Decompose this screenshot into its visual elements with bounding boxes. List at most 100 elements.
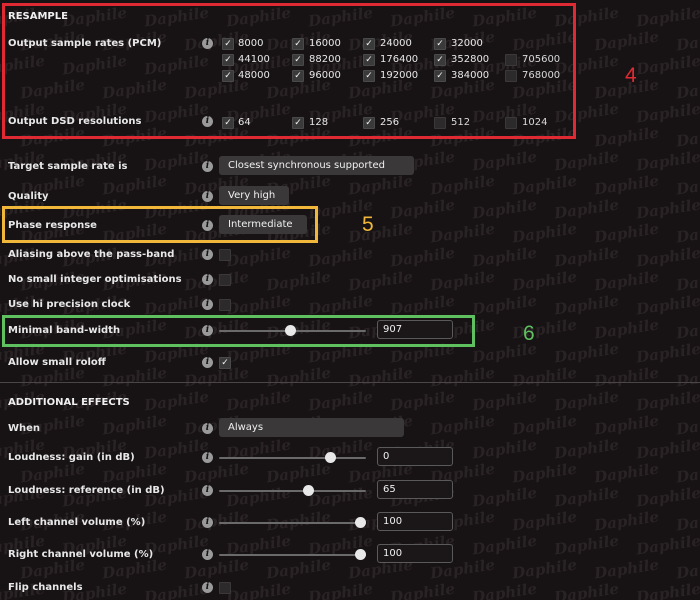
watermark-text: Daphile	[593, 411, 660, 439]
highlight-box-resample	[2, 3, 576, 139]
aliasing-checkbox[interactable]	[219, 249, 231, 261]
watermark-text: Daphile	[347, 363, 414, 391]
watermark-text: Daphile	[593, 171, 660, 199]
watermark-text: Daphile	[307, 579, 374, 600]
watermark-text: Daphile	[347, 219, 414, 247]
watermark-text: Daphile	[675, 123, 700, 151]
watermark-text: Daphile	[307, 243, 374, 271]
hi-precision-info-icon[interactable]: i	[202, 299, 213, 310]
watermark-text: Daphile	[471, 531, 538, 559]
watermark-text: Daphile	[389, 387, 456, 415]
watermark-text: Daphile	[471, 243, 538, 271]
watermark-text: Daphile	[19, 459, 86, 487]
loudness-gain-input[interactable]: 0	[377, 447, 453, 466]
no-small-int-label: No small integer optimisations	[8, 274, 182, 285]
loudness-reference-info-icon[interactable]: i	[202, 485, 213, 496]
watermark-text: Daphile	[183, 363, 250, 391]
watermark-text: Daphile	[183, 267, 250, 295]
watermark-text: Daphile	[635, 147, 700, 175]
highlight-box-phase-response	[2, 206, 318, 243]
target-sample-rate-label: Target sample rate is	[8, 161, 128, 172]
watermark-text: Daphile	[553, 195, 620, 223]
watermark-text: Daphile	[593, 507, 660, 535]
watermark-text: Daphile	[511, 555, 578, 583]
watermark-text: Daphile	[635, 531, 700, 559]
allow-small-roloff-info-icon[interactable]: i	[202, 357, 213, 368]
no-small-int-checkbox[interactable]	[219, 274, 231, 286]
quality-select[interactable]: Very high	[219, 186, 289, 205]
no-small-int-info-icon[interactable]: i	[202, 274, 213, 285]
loudness-gain-info-icon[interactable]: i	[202, 452, 213, 463]
left-volume-info-icon[interactable]: i	[202, 517, 213, 528]
annotation-number: 6	[523, 322, 535, 345]
watermark-text: Daphile	[675, 555, 700, 583]
right-volume-label: Right channel volume (%)	[8, 549, 154, 560]
watermark-text: Daphile	[675, 411, 700, 439]
watermark-text: Daphile	[429, 171, 496, 199]
slider-thumb[interactable]	[303, 485, 314, 496]
loudness-gain-slider[interactable]	[219, 451, 366, 464]
watermark-text: Daphile	[429, 267, 496, 295]
when-info-icon[interactable]: i	[202, 423, 213, 434]
watermark-text: Daphile	[347, 267, 414, 295]
allow-small-roloff-label: Allow small roloff	[8, 357, 106, 368]
watermark-text: Daphile	[675, 363, 700, 391]
target-sample-rate-info-icon[interactable]: i	[202, 161, 213, 172]
watermark-text: Daphile	[471, 387, 538, 415]
watermark-text: Daphile	[635, 195, 700, 223]
watermark-text: Daphile	[593, 363, 660, 391]
aliasing-info-icon[interactable]: i	[202, 249, 213, 260]
watermark-text: Daphile	[429, 363, 496, 391]
watermark-text: Daphile	[265, 363, 332, 391]
watermark-text: Daphile	[675, 27, 700, 55]
watermark-text: Daphile	[429, 219, 496, 247]
right-volume-input[interactable]: 100	[377, 544, 453, 563]
watermark-text: Daphile	[471, 195, 538, 223]
slider-thumb[interactable]	[325, 452, 336, 463]
loudness-reference-input[interactable]: 65	[377, 480, 453, 499]
slider-track	[219, 522, 366, 524]
watermark-text: Daphile	[429, 411, 496, 439]
watermark-text: Daphile	[347, 171, 414, 199]
right-volume-slider[interactable]	[219, 548, 366, 561]
watermark-text: Daphile	[265, 267, 332, 295]
left-volume-slider[interactable]	[219, 516, 366, 529]
annotation-number: 5	[362, 213, 374, 236]
slider-thumb[interactable]	[355, 517, 366, 528]
watermark-text: Daphile	[635, 339, 700, 367]
watermark-text: Daphile	[471, 435, 538, 463]
target-sample-rate-select[interactable]: Closest synchronous supported	[219, 156, 414, 175]
watermark-text: Daphile	[675, 459, 700, 487]
watermark-text: Daphile	[511, 219, 578, 247]
right-volume-info-icon[interactable]: i	[202, 549, 213, 560]
watermark-text: Daphile	[593, 219, 660, 247]
left-volume-input[interactable]: 100	[377, 512, 453, 531]
flip-channels-info-icon[interactable]: i	[202, 582, 213, 593]
quality-info-icon[interactable]: i	[202, 191, 213, 202]
watermark-text: Daphile	[101, 411, 168, 439]
watermark-text: Daphile	[675, 219, 700, 247]
hi-precision-checkbox[interactable]	[219, 299, 231, 311]
watermark-text: Daphile	[471, 147, 538, 175]
hi-precision-label: Use hi precision clock	[8, 299, 131, 310]
watermark-text: Daphile	[389, 579, 456, 600]
loudness-reference-slider[interactable]	[219, 484, 366, 497]
slider-track	[219, 490, 366, 492]
watermark-text: Daphile	[143, 435, 210, 463]
watermark-text: Daphile	[225, 579, 292, 600]
watermark-text: Daphile	[675, 171, 700, 199]
when-label: When	[8, 423, 41, 434]
allow-small-roloff-checkbox[interactable]: ✓	[219, 357, 231, 369]
slider-thumb[interactable]	[355, 549, 366, 560]
watermark-text: Daphile	[389, 195, 456, 223]
watermark-text: Daphile	[511, 411, 578, 439]
flip-channels-checkbox[interactable]	[219, 582, 231, 594]
watermark-text: Daphile	[635, 435, 700, 463]
watermark-text: Daphile	[553, 243, 620, 271]
watermark-text: Daphile	[593, 27, 660, 55]
watermark-text: Daphile	[675, 315, 700, 343]
watermark-text: Daphile	[143, 147, 210, 175]
watermark-text: Daphile	[307, 387, 374, 415]
watermark-text: Daphile	[101, 363, 168, 391]
when-select[interactable]: Always	[219, 418, 404, 437]
